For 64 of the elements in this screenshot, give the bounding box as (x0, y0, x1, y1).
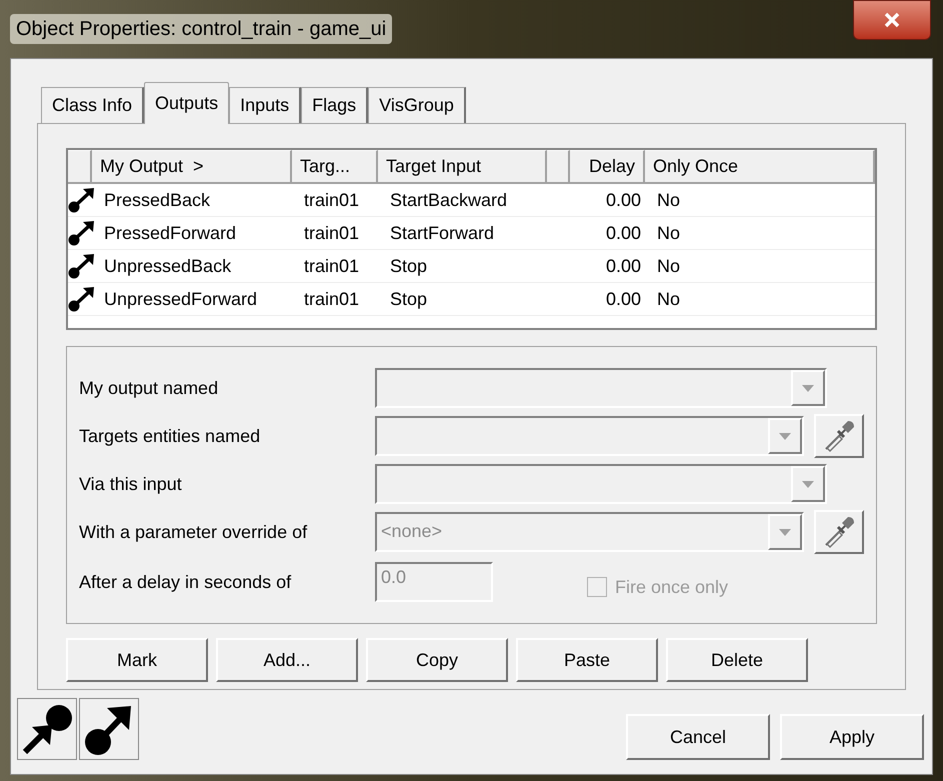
dialog-button[interactable]: Cancel (626, 714, 770, 760)
pick-entity-button[interactable] (814, 510, 864, 554)
dropdown-arrow-icon (802, 384, 814, 392)
tab[interactable]: Class Info (41, 87, 144, 123)
column-header[interactable]: Delay (570, 150, 645, 184)
action-button[interactable]: Mark (66, 638, 208, 682)
column-header[interactable] (68, 150, 92, 184)
close-icon (883, 11, 901, 29)
dropdown-arrow-icon (779, 432, 792, 440)
table-cell-text: train01 (303, 288, 360, 310)
table-cell-text: No (656, 222, 682, 244)
table-cell-text: 0.00 (604, 188, 642, 212)
dropdown-arrow-icon (779, 528, 792, 536)
table-cell-text: 0.00 (604, 222, 642, 244)
close-button[interactable] (853, 0, 931, 40)
output-connection-icon (68, 187, 96, 213)
input-connection-button[interactable] (17, 698, 77, 760)
table-cell-text: 0.00 (604, 288, 642, 310)
table-cell-text: PressedBack (103, 188, 212, 212)
column-header[interactable]: My Output > (92, 150, 292, 184)
dialog-button[interactable]: Apply (780, 714, 924, 760)
pick-entity-button[interactable] (814, 414, 864, 458)
table-cell-text: Stop (389, 288, 428, 311)
table-cell-text: StartForward (389, 222, 496, 244)
action-button[interactable]: Paste (516, 638, 658, 682)
tab[interactable]: VisGroup (368, 87, 466, 123)
table-cell-text: train01 (303, 222, 360, 244)
combo-box[interactable] (375, 368, 827, 408)
action-button[interactable]: Copy (366, 638, 508, 682)
output-connection-icon (68, 220, 96, 246)
table-cell-text: StartBackward (389, 188, 508, 212)
table-cell-text: 0.00 (604, 254, 642, 278)
field-label: After a delay in seconds of (79, 570, 292, 594)
table-cell-text: Stop (389, 254, 428, 278)
window-title: Object Properties: control_train - game_ui (10, 14, 392, 44)
table-cell-text: PressedForward (103, 222, 238, 244)
table-cell-text: No (656, 188, 682, 212)
action-button[interactable]: Add... (216, 638, 358, 682)
action-button[interactable]: Delete (666, 638, 808, 682)
field-label: My output named (79, 376, 220, 400)
output-connection-icon (68, 253, 96, 279)
field-label: Via this input (79, 472, 183, 496)
checkbox-label: Fire once only (615, 576, 728, 599)
column-header[interactable]: Target Input (378, 150, 547, 184)
table-cell-text: train01 (303, 188, 360, 212)
dropdown-arrow-icon (802, 480, 814, 488)
tab[interactable]: Flags (301, 87, 368, 123)
column-divider[interactable] (547, 150, 570, 184)
table-cell-text: UnpressedBack (103, 254, 232, 278)
output-connection-icon (68, 286, 96, 312)
combo-box[interactable] (375, 416, 804, 456)
arrow-to-dot-icon (21, 702, 73, 756)
table-cell-text: UnpressedForward (103, 288, 258, 311)
field-label: Targets entities named (79, 424, 262, 448)
table-cell-text: No (656, 288, 682, 310)
column-header[interactable]: Only Once (645, 150, 875, 184)
output-connection-button[interactable] (79, 698, 139, 760)
combo-box[interactable] (375, 464, 827, 504)
tab[interactable]: Inputs (229, 87, 302, 123)
table-cell-text: train01 (303, 254, 360, 278)
table-cell-text: No (656, 254, 682, 278)
field-label: With a parameter override of (79, 520, 308, 544)
column-header[interactable]: Targ... (292, 150, 378, 184)
tab[interactable]: Outputs (144, 82, 230, 124)
